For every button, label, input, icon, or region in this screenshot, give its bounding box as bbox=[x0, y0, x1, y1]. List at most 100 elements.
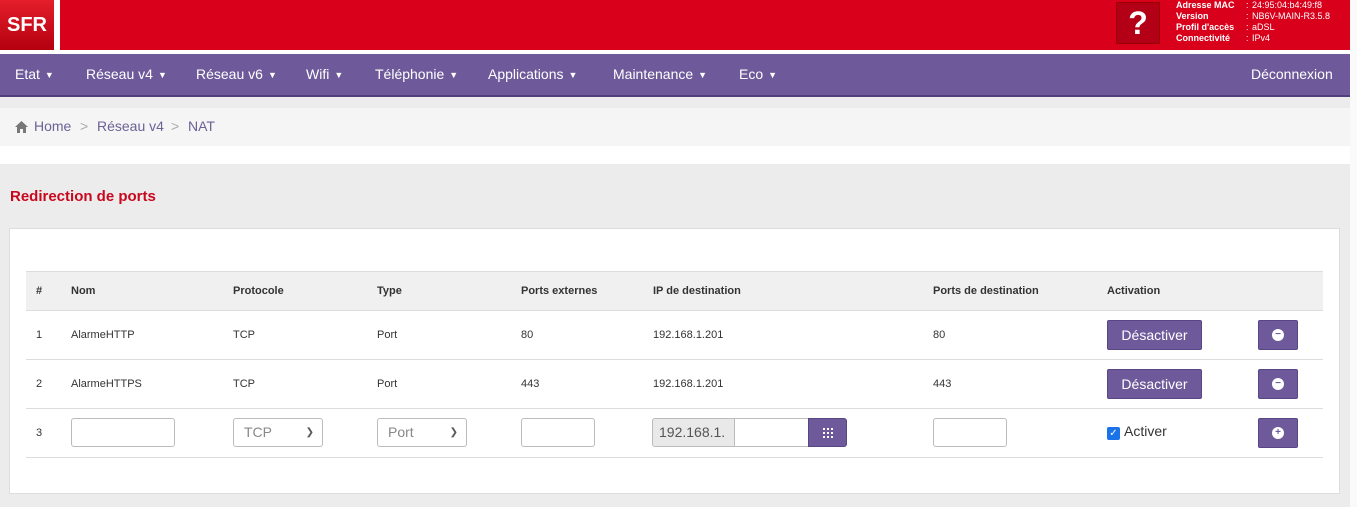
cell-num: 1 bbox=[36, 329, 43, 341]
cell-protocole: TCP bbox=[233, 329, 255, 341]
new-rule-row: 3 TCP ❯ Port ❯ 192.168.1. ✓ Activer + bbox=[26, 409, 1323, 458]
info-value: IPv4 bbox=[1252, 33, 1271, 43]
info-label: Connectivité bbox=[1176, 33, 1231, 43]
nav-label: Téléphonie bbox=[375, 66, 445, 82]
col-ports-externes: Ports externes bbox=[521, 285, 598, 297]
ip-destination-group: 192.168.1. bbox=[652, 418, 847, 448]
cell-ports-externes: 443 bbox=[521, 378, 540, 390]
nav-label: Applications bbox=[488, 66, 564, 82]
table-header: # Nom Protocole Type Ports externes IP d… bbox=[26, 271, 1323, 311]
nav-telephonie[interactable]: Téléphonie ▼ bbox=[375, 54, 458, 95]
nav-label: Réseau v6 bbox=[196, 66, 263, 82]
type-select[interactable]: Port ❯ bbox=[377, 418, 467, 447]
nav-etat[interactable]: Etat ▼ bbox=[15, 54, 54, 95]
device-picker-button[interactable] bbox=[808, 418, 847, 447]
scrollbar[interactable] bbox=[1350, 0, 1357, 507]
deactivate-button[interactable]: Désactiver bbox=[1107, 369, 1202, 399]
logout-link[interactable]: Déconnexion bbox=[1251, 54, 1333, 95]
cell-type: Port bbox=[377, 378, 398, 390]
add-rule-button[interactable]: + bbox=[1258, 418, 1298, 448]
external-ports-input[interactable] bbox=[521, 418, 595, 447]
caret-down-icon: ▼ bbox=[267, 70, 277, 80]
cell-ports-destination: 80 bbox=[933, 329, 946, 341]
divider bbox=[0, 146, 1350, 164]
info-label: Profil d'accès bbox=[1176, 22, 1235, 32]
caret-down-icon: ▼ bbox=[449, 70, 459, 80]
col-protocole: Protocole bbox=[233, 285, 284, 297]
col-ip-destination: IP de destination bbox=[653, 285, 741, 297]
caret-down-icon: ▼ bbox=[334, 70, 344, 80]
table-row: 1 AlarmeHTTP TCP Port 80 192.168.1.201 8… bbox=[26, 311, 1323, 360]
col-num: # bbox=[36, 285, 43, 297]
cell-nom: AlarmeHTTP bbox=[71, 329, 135, 341]
info-value: 24:95:04:b4:49:f8 bbox=[1252, 0, 1323, 10]
cell-nom: AlarmeHTTPS bbox=[71, 378, 142, 390]
ip-prefix: 192.168.1. bbox=[652, 418, 735, 447]
cell-ip: 192.168.1.201 bbox=[653, 378, 724, 390]
cell-ports-destination: 443 bbox=[933, 378, 952, 390]
breadcrumb-separator: > bbox=[171, 118, 180, 134]
protocol-value: TCP bbox=[244, 424, 272, 440]
caret-down-icon: ▼ bbox=[568, 70, 578, 80]
breadcrumb: Home > Réseau v4 > NAT bbox=[0, 108, 1350, 146]
ip-last-octet-input[interactable] bbox=[734, 418, 809, 447]
nav-label: Maintenance bbox=[613, 66, 694, 82]
activate-label: Activer bbox=[1124, 423, 1167, 439]
cell-ip: 192.168.1.201 bbox=[653, 329, 724, 341]
col-type: Type bbox=[377, 285, 402, 297]
nav-label: Wifi bbox=[306, 66, 330, 82]
home-icon bbox=[15, 121, 28, 133]
plus-circle-icon: + bbox=[1272, 427, 1284, 439]
cell-protocole: TCP bbox=[233, 378, 255, 390]
caret-down-icon: ▼ bbox=[157, 70, 167, 80]
caret-down-icon: ▼ bbox=[768, 70, 778, 80]
info-label: Version bbox=[1176, 11, 1209, 21]
help-button[interactable]: ? bbox=[1116, 2, 1160, 44]
minus-circle-icon: − bbox=[1272, 378, 1284, 390]
type-value: Port bbox=[388, 424, 414, 440]
nav-applications[interactable]: Applications ▼ bbox=[488, 54, 577, 95]
sfr-logo[interactable]: SFR bbox=[0, 0, 54, 50]
col-ports-destination: Ports de destination bbox=[933, 285, 1039, 297]
info-value: aDSL bbox=[1252, 22, 1275, 32]
nav-wifi[interactable]: Wifi ▼ bbox=[306, 54, 343, 95]
minus-circle-icon: − bbox=[1272, 329, 1284, 341]
nav-eco[interactable]: Eco ▼ bbox=[739, 54, 777, 95]
nav-label: Eco bbox=[739, 66, 764, 82]
nav-label: Etat bbox=[15, 66, 40, 82]
table-row: 2 AlarmeHTTPS TCP Port 443 192.168.1.201… bbox=[26, 360, 1323, 409]
activate-checkbox[interactable]: ✓ bbox=[1107, 427, 1120, 440]
name-input[interactable] bbox=[71, 418, 175, 447]
breadcrumb-home[interactable]: Home bbox=[34, 118, 71, 134]
breadcrumb-reseau-v4[interactable]: Réseau v4 bbox=[97, 118, 164, 134]
cell-type: Port bbox=[377, 329, 398, 341]
destination-ports-input[interactable] bbox=[933, 418, 1007, 447]
top-header: SFR ? Adresse MAC:24:95:04:b4:49:f8 Vers… bbox=[0, 0, 1357, 55]
nav-reseau-v6[interactable]: Réseau v6 ▼ bbox=[196, 54, 277, 95]
nav-reseau-v4[interactable]: Réseau v4 ▼ bbox=[86, 54, 167, 95]
remove-rule-button[interactable]: − bbox=[1258, 320, 1298, 350]
nav-label: Réseau v4 bbox=[86, 66, 153, 82]
cell-num: 3 bbox=[36, 427, 43, 439]
chevron-down-icon: ❯ bbox=[449, 427, 458, 438]
info-connectivity: Connectivité: IPv4 bbox=[1176, 33, 1271, 43]
info-value: NB6V-MAIN-R3.5.8 bbox=[1252, 11, 1331, 21]
col-nom: Nom bbox=[71, 285, 96, 297]
protocol-select[interactable]: TCP ❯ bbox=[233, 418, 323, 447]
breadcrumb-current: NAT bbox=[188, 118, 215, 134]
info-mac: Adresse MAC:24:95:04:b4:49:f8 bbox=[1176, 0, 1323, 10]
remove-rule-button[interactable]: − bbox=[1258, 369, 1298, 399]
cell-ports-externes: 80 bbox=[521, 329, 534, 341]
col-activation: Activation bbox=[1107, 285, 1161, 297]
grid-icon bbox=[822, 427, 833, 438]
info-profile: Profil d'accès: aDSL bbox=[1176, 22, 1275, 32]
main-nav: Etat ▼ Réseau v4 ▼ Réseau v6 ▼ Wifi ▼ Téléph… bbox=[0, 54, 1350, 97]
deactivate-button[interactable]: Désactiver bbox=[1107, 320, 1202, 350]
caret-down-icon: ▼ bbox=[44, 70, 54, 80]
chevron-down-icon: ❯ bbox=[305, 427, 314, 438]
device-info: Adresse MAC:24:95:04:b4:49:f8 Version: NB… bbox=[1176, 0, 1330, 44]
info-version: Version: NB6V-MAIN-R3.5.8 bbox=[1176, 11, 1331, 21]
caret-down-icon: ▼ bbox=[698, 70, 708, 80]
nav-maintenance[interactable]: Maintenance ▼ bbox=[613, 54, 707, 95]
cell-num: 2 bbox=[36, 378, 43, 390]
